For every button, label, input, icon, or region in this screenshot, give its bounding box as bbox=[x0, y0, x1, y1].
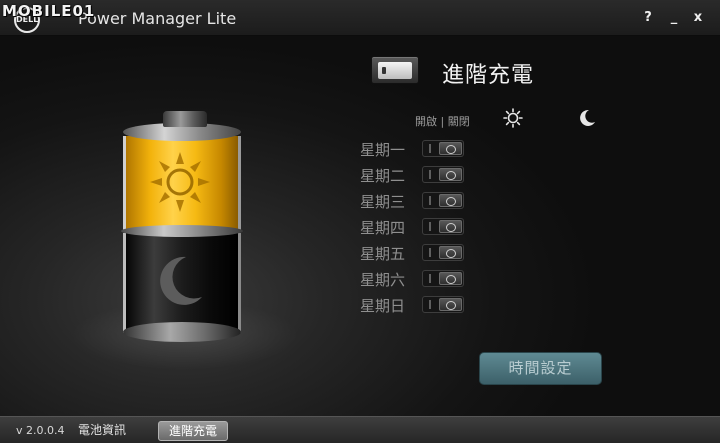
day-label: 星期三 bbox=[360, 193, 406, 211]
day-label: 星期四 bbox=[360, 219, 406, 237]
tab-battery-info[interactable]: 電池資訊 bbox=[72, 421, 132, 441]
close-button[interactable]: x bbox=[690, 10, 706, 26]
day-label: 星期六 bbox=[360, 271, 406, 289]
wednesday-switch[interactable] bbox=[422, 192, 464, 209]
battery-base bbox=[123, 322, 241, 342]
time-settings-button[interactable]: 時間設定 bbox=[479, 352, 602, 385]
bottom-bar: v 2.0.0.4 電池資訊 進階充電 bbox=[0, 416, 720, 443]
friday-switch[interactable] bbox=[422, 244, 464, 261]
watermark: MOBILE01 bbox=[2, 2, 96, 20]
battery-middle-band bbox=[121, 225, 243, 237]
saturday-switch[interactable] bbox=[422, 270, 464, 287]
on-off-header: 開啟 | 關閉 bbox=[415, 115, 470, 128]
sun-icon bbox=[150, 152, 210, 212]
toggle-knob bbox=[378, 62, 412, 79]
day-label: 星期二 bbox=[360, 167, 406, 185]
day-label: 星期日 bbox=[360, 297, 406, 315]
battery-terminal bbox=[163, 111, 207, 127]
monday-switch[interactable] bbox=[422, 140, 464, 157]
tab-advanced-charge[interactable]: 進階充電 bbox=[158, 421, 228, 441]
app-title: Power Manager Lite bbox=[78, 9, 237, 28]
moon-icon bbox=[580, 109, 595, 126]
day-label: 星期一 bbox=[360, 141, 406, 159]
power-manager-window: DELL Power Manager Lite ? _ x MOBILE01 進… bbox=[0, 0, 720, 443]
day-label: 星期五 bbox=[360, 245, 406, 263]
title-bar[interactable]: DELL Power Manager Lite ? _ x bbox=[0, 0, 720, 36]
advanced-charge-toggle[interactable] bbox=[371, 56, 419, 84]
tuesday-switch[interactable] bbox=[422, 166, 464, 183]
sun-icon bbox=[503, 108, 523, 128]
sunday-switch[interactable] bbox=[422, 296, 464, 313]
moon-icon bbox=[160, 256, 202, 305]
thursday-switch[interactable] bbox=[422, 218, 464, 235]
version-label: v 2.0.0.4 bbox=[16, 424, 65, 437]
page-title: 進階充電 bbox=[442, 63, 535, 88]
minimize-button[interactable]: _ bbox=[666, 10, 682, 26]
help-button[interactable]: ? bbox=[640, 10, 656, 26]
